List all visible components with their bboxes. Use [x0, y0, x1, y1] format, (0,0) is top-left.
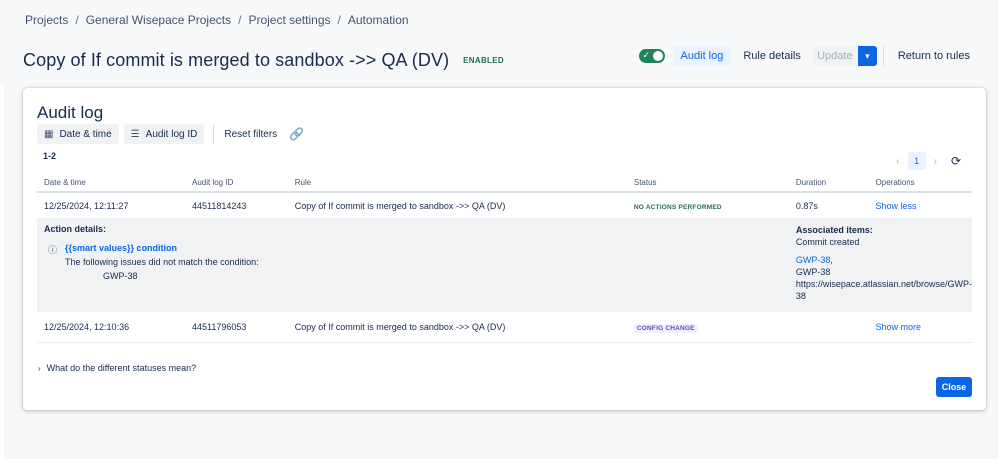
results-count: 1-2	[43, 151, 57, 161]
cell-operation: Show less	[869, 192, 972, 218]
cell-duration	[788, 312, 869, 343]
calendar-icon: ▦	[44, 128, 54, 140]
audit-log-modal: Audit log ▦ Date & time ☰ Audit log ID R…	[23, 88, 986, 410]
page-title: Copy of If commit is merged to sandbox -…	[23, 50, 450, 70]
column-header: Rule	[287, 174, 627, 193]
cell-id: 44511796053	[185, 312, 288, 343]
rule-details-button[interactable]: Rule details	[735, 46, 808, 66]
status-badge: NO ACTIONS PERFORMED	[633, 203, 722, 211]
audit-log-id-filter[interactable]: ☰ Audit log ID	[123, 124, 205, 144]
return-to-rules-button[interactable]: Return to rules	[890, 46, 978, 66]
breadcrumb-projects[interactable]: Projects	[25, 13, 68, 27]
condition-issue: GWP-38	[103, 271, 138, 281]
breadcrumb-project[interactable]: General Wisepace Projects	[86, 13, 231, 27]
audit-log-button[interactable]: Audit log	[672, 46, 732, 66]
cell-id: 44511814243	[192, 200, 247, 211]
table-header-row: Date & time Audit log ID Rule Status Dur…	[37, 174, 972, 193]
associated-item-key: GWP-38	[795, 267, 831, 277]
associated-item-url: https://wisepace.atlassian.net/browse/GW…	[795, 279, 972, 289]
page-1-button[interactable]: 1	[907, 152, 926, 170]
column-header: Operations	[868, 174, 972, 193]
table-row: 12/25/2024, 12:10:36 44511796053 Copy of…	[37, 312, 972, 343]
page-header: Projects / General Wisepace Projects / P…	[0, 0, 998, 86]
cell-date: 12/25/2024, 12:11:27	[44, 200, 129, 211]
chevron-right-icon: ›	[38, 363, 41, 373]
condition-title: {{smart values}} condition	[65, 243, 178, 253]
header-actions: ✓ Audit log Rule details Update ▾ Return…	[638, 46, 978, 66]
title-row: Copy of If commit is merged to sandbox -…	[23, 46, 978, 71]
statuses-faq-toggle[interactable]: › What do the different statuses mean?	[38, 363, 196, 373]
table-row: 12/25/2024, 12:11:27 44511814243 Copy of…	[37, 192, 972, 218]
associated-items-subtitle: Commit created	[795, 237, 860, 247]
show-less-button[interactable]: Show less	[876, 201, 917, 211]
column-header: Status	[626, 174, 789, 193]
info-icon: ⓘ	[48, 245, 58, 255]
chevron-left-icon[interactable]: ‹	[896, 156, 899, 167]
toggle-knob	[652, 51, 663, 61]
breadcrumb-project-settings[interactable]: Project settings	[248, 13, 330, 27]
chevron-right-icon[interactable]: ›	[934, 156, 937, 167]
pagination: ‹ 1 › ⟳	[896, 152, 961, 170]
associated-item-url-cont: 38	[795, 291, 806, 301]
close-button[interactable]: Close	[936, 377, 972, 397]
modal-title: Audit log	[37, 103, 104, 122]
issue-link[interactable]: GWP-38	[796, 255, 831, 265]
column-header: Duration	[788, 174, 869, 193]
update-dropdown-button[interactable]: ▾	[857, 46, 877, 66]
cell-status: CONFIG CHANGE	[626, 312, 789, 343]
link-icon[interactable]: 🔗	[289, 127, 304, 141]
update-split-button: Update ▾	[812, 46, 877, 66]
associated-items: Associated items: Commit created GWP-38,…	[788, 218, 972, 312]
audit-log-table: Date & time Audit log ID Rule Status Dur…	[37, 174, 972, 343]
breadcrumb-separator: /	[337, 13, 341, 27]
condition-block: ⓘ {{smart values}} condition The followi…	[44, 243, 789, 281]
action-details: Action details: ⓘ {{smart values}} condi…	[37, 218, 789, 312]
column-header[interactable]: Audit log ID	[185, 174, 288, 193]
audit-log-id-filter-label: Audit log ID	[145, 128, 198, 140]
statuses-faq-label: What do the different statuses mean?	[46, 363, 197, 373]
breadcrumb: Projects / General Wisepace Projects / P…	[25, 13, 409, 27]
refresh-icon[interactable]: ⟳	[951, 154, 961, 168]
table-row-details: Action details: ⓘ {{smart values}} condi…	[37, 218, 972, 312]
cell-operation: Show more	[868, 312, 972, 343]
status-badge: CONFIG CHANGE	[633, 323, 698, 333]
chevron-down-icon: ▾	[865, 50, 870, 61]
list-icon: ☰	[130, 128, 140, 140]
condition-text: The following issues did not match the c…	[65, 257, 259, 267]
cell-date: 12/25/2024, 12:10:36	[37, 312, 185, 343]
breadcrumb-separator: /	[238, 13, 242, 27]
associated-items-title: Associated items:	[795, 225, 873, 235]
date-time-filter[interactable]: ▦ Date & time	[37, 124, 119, 144]
rule-enabled-toggle[interactable]: ✓	[638, 49, 665, 63]
filter-bar: ▦ Date & time ☰ Audit log ID Reset filte…	[37, 124, 304, 144]
breadcrumb-separator: /	[75, 13, 79, 27]
show-more-button[interactable]: Show more	[876, 322, 922, 332]
column-header[interactable]: Date & time	[37, 174, 185, 193]
breadcrumb-automation[interactable]: Automation	[348, 13, 409, 27]
update-button[interactable]: Update	[812, 46, 857, 66]
cell-rule: Copy of If commit is merged to sandbox -…	[287, 312, 627, 343]
associated-item: GWP-38,	[795, 255, 833, 265]
cell-status: NO ACTIONS PERFORMED	[627, 192, 789, 218]
action-details-label: Action details:	[44, 224, 107, 234]
status-badge: ENABLED	[463, 56, 504, 65]
cell-duration: 0.87s	[795, 200, 818, 211]
cell-rule: Copy of If commit is merged to sandbox -…	[294, 200, 506, 211]
divider	[213, 124, 215, 144]
check-icon: ✓	[642, 50, 651, 60]
date-time-filter-label: Date & time	[59, 128, 112, 140]
divider	[882, 46, 884, 66]
reset-filters-button[interactable]: Reset filters	[224, 129, 277, 140]
